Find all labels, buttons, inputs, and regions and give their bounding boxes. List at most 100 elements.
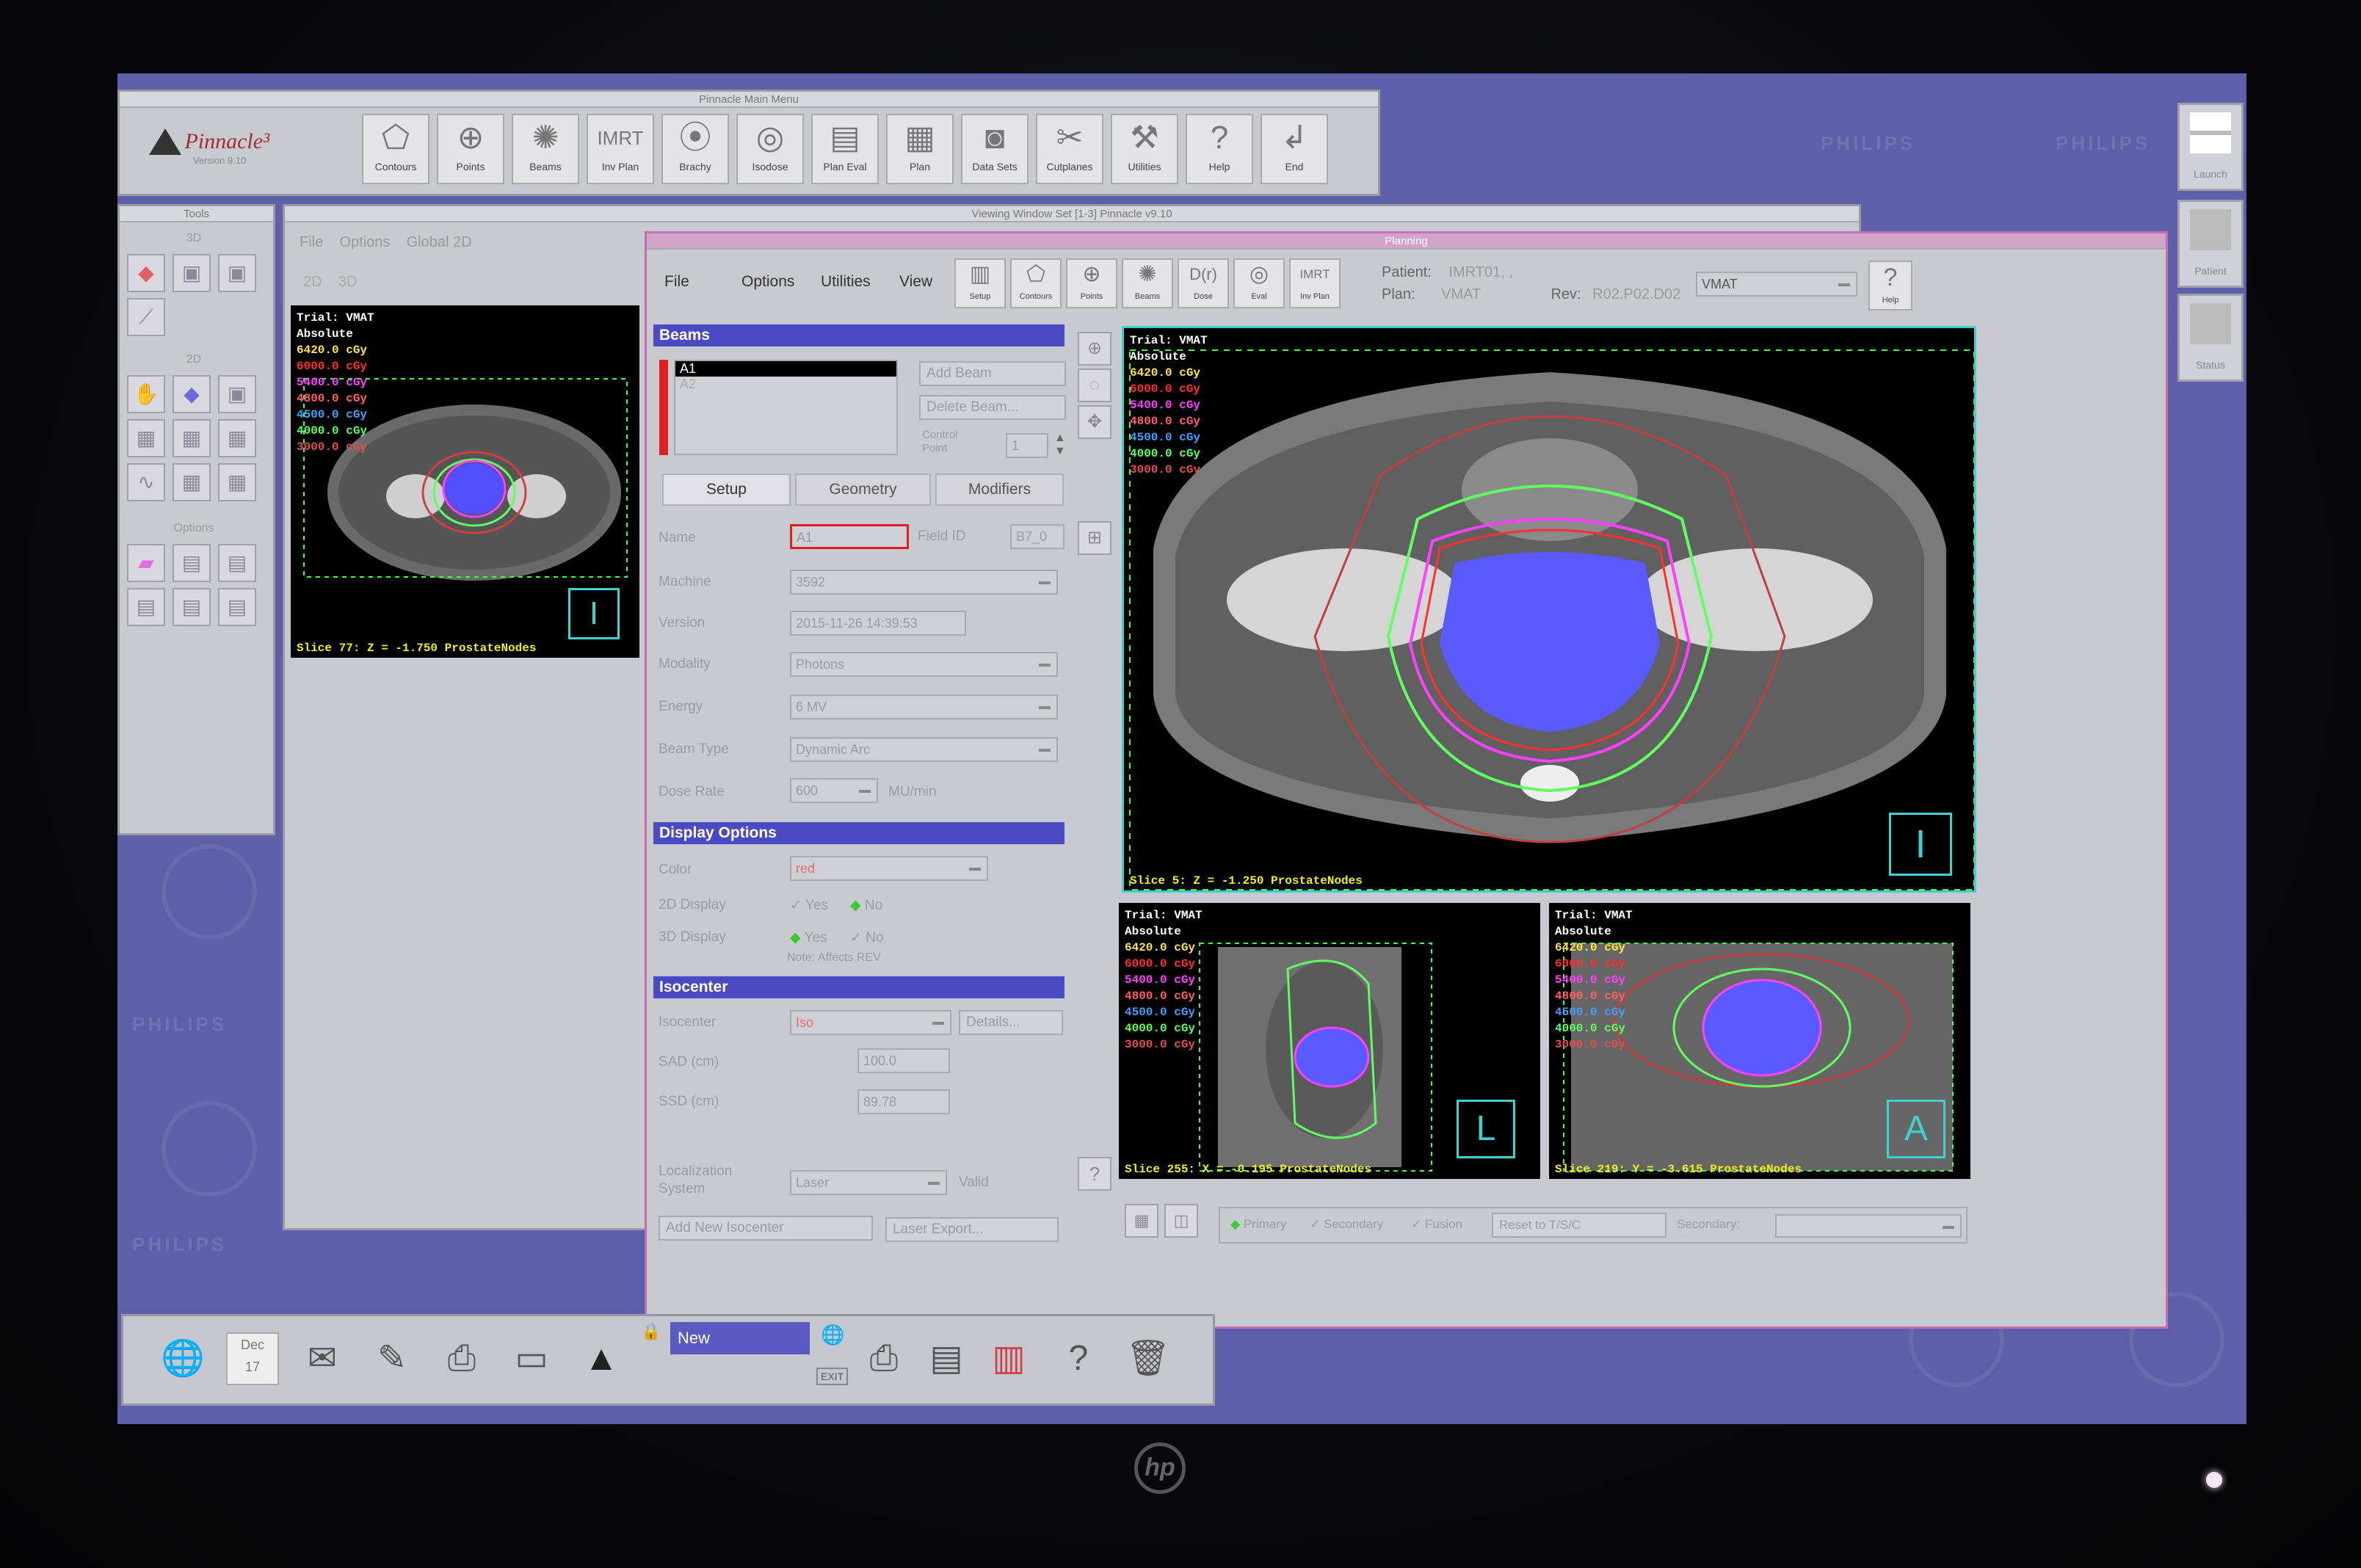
trial-select[interactable]: VMAT <box>1696 272 1857 297</box>
beam-type-select[interactable]: Dynamic Arc <box>790 737 1058 762</box>
planning-menu-view[interactable]: View <box>899 273 932 291</box>
modality-select[interactable]: Photons <box>790 652 1058 677</box>
exit-button[interactable]: EXIT <box>816 1368 849 1385</box>
display-2d-yes-radio[interactable]: ✓ Yes <box>790 897 828 914</box>
printer-icon[interactable]: ⎙ <box>857 1332 910 1385</box>
planning-menu-file[interactable]: File <box>664 273 689 291</box>
toolbar-setup-button[interactable]: ▥ Setup <box>954 258 1006 308</box>
window-manager-icon[interactable]: ▤ <box>920 1332 973 1385</box>
field-id-input[interactable]: B7_0 <box>1010 524 1065 549</box>
launch-button[interactable]: Launch <box>2177 103 2244 191</box>
redo-option-button[interactable]: ▤ <box>218 588 256 626</box>
pinnacle-triangle-icon[interactable]: ▲ <box>575 1332 628 1385</box>
help-button[interactable]: ? Help <box>1186 114 1253 184</box>
delete-beam-button[interactable]: Delete Beam... <box>919 395 1066 420</box>
tab-3d[interactable]: 3D <box>338 274 358 290</box>
mailbox-icon[interactable]: ✉ <box>296 1332 349 1385</box>
save-option-button[interactable]: ▤ <box>218 544 256 582</box>
cutplanes-button[interactable]: ✂ Cutplanes <box>1036 114 1103 184</box>
viewing-menu-file[interactable]: File <box>300 234 323 250</box>
edit-icon[interactable]: ✎ <box>366 1332 418 1385</box>
calendar-icon[interactable]: Dec 17 <box>226 1332 279 1385</box>
layout-button[interactable]: ▦ <box>1125 1204 1158 1238</box>
beam-list-item[interactable]: A2 <box>675 377 896 392</box>
reset-tsc-button[interactable]: Reset to T/S/C <box>1492 1213 1667 1238</box>
window-tool-button[interactable]: ▣ <box>218 375 256 413</box>
view-crosshair-button[interactable]: ⊕ <box>1078 332 1111 366</box>
planning-help-button[interactable]: ? Help <box>1868 261 1912 311</box>
view-rotate-button[interactable]: ◌ <box>1078 369 1111 402</box>
planning-menu-options[interactable]: Options <box>741 273 794 291</box>
add-beam-button[interactable]: Add Beam <box>919 361 1066 386</box>
planning-menu-utilities[interactable]: Utilities <box>821 273 871 291</box>
display-2d-no-radio[interactable]: ◆ No <box>850 897 882 914</box>
data-sets-button[interactable]: ◙ Data Sets <box>961 114 1029 184</box>
utilities-button[interactable]: ⚒ Utilities <box>1111 114 1178 184</box>
points-button[interactable]: ⊕ Points <box>437 114 504 184</box>
sagittal-ct-viewer[interactable]: Trial: VMAT Absolute 6420.0 cGy 6000.0 c… <box>1119 903 1540 1179</box>
display-3d-no-radio[interactable]: ✓ No <box>850 929 884 946</box>
isocenter-select[interactable]: Iso <box>790 1010 951 1035</box>
measure-tool-button[interactable]: ▦ <box>127 419 165 457</box>
swap-view-button[interactable]: ◫ <box>1164 1204 1198 1238</box>
secondary-select[interactable] <box>1775 1214 1962 1238</box>
primary-radio[interactable]: ◆ Primary <box>1230 1217 1286 1232</box>
small-ct-viewer[interactable]: Trial: VMAT Absolute 6420.0 cGy 6000.0 c… <box>291 305 639 658</box>
toolbar-beams-button[interactable]: ✺ Beams <box>1122 258 1173 308</box>
trash-icon[interactable]: 🗑 <box>1122 1332 1175 1385</box>
beam-list-item[interactable]: A1 <box>675 361 896 377</box>
copy-tool-button[interactable]: ▣ <box>218 254 256 292</box>
details-button[interactable]: Details... <box>959 1010 1063 1035</box>
machine-select[interactable]: 3592 <box>790 570 1058 595</box>
laser-export-button[interactable]: Laser Export... <box>885 1217 1059 1242</box>
contours-button[interactable]: ⬠ Contours <box>362 114 429 184</box>
terminal-icon[interactable]: ▭ <box>505 1332 558 1385</box>
pan-tool-button[interactable]: ✋ <box>127 375 165 413</box>
color-select[interactable]: red <box>790 856 988 881</box>
tab-2d[interactable]: 2D <box>303 274 322 290</box>
brachy-button[interactable]: ⦿ Brachy <box>661 114 729 184</box>
plan-button[interactable]: ▦ Plan <box>886 114 954 184</box>
status-button[interactable]: Status <box>2177 294 2244 382</box>
end-button[interactable]: ↲ End <box>1261 114 1328 184</box>
energy-select[interactable]: 6 MV <box>790 694 1058 719</box>
axis-tool-button[interactable]: ⟋ <box>127 298 165 336</box>
arrow-tool-button[interactable]: ◆ <box>127 254 165 292</box>
toolbar-inv-plan-button[interactable]: IMRT Inv Plan <box>1289 258 1341 308</box>
globe-icon[interactable]: 🌐 <box>156 1332 209 1385</box>
isodose-button[interactable]: ◎ Isodose <box>736 114 804 184</box>
tab-geometry[interactable]: Geometry <box>795 473 931 506</box>
lock-icon[interactable]: 🔒 <box>641 1322 661 1344</box>
toolbar-points-button[interactable]: ⊕ Points <box>1066 258 1117 308</box>
inv-plan-button[interactable]: IMRT Inv Plan <box>587 114 654 184</box>
fusion-radio[interactable]: ✓ Fusion <box>1411 1217 1462 1232</box>
beam-list[interactable]: A1 A2 <box>674 360 898 455</box>
coronal-ct-viewer[interactable]: Trial: VMAT Absolute 6420.0 cGy 6000.0 c… <box>1549 903 1970 1179</box>
roi-tool-button[interactable]: ▦ <box>173 419 211 457</box>
help-book-icon[interactable]: ? <box>1052 1332 1105 1385</box>
toolbar-contours-button[interactable]: ⬠ Contours <box>1010 258 1062 308</box>
view-tool-button[interactable]: ▣ <box>173 254 211 292</box>
axial-ct-viewer[interactable]: Trial: VMAT Absolute 6420.0 cGy 6000.0 c… <box>1122 326 1976 893</box>
add-new-isocenter-button[interactable]: Add New Isocenter <box>659 1216 873 1241</box>
dose-rate-select[interactable]: 600 <box>790 778 878 803</box>
toolbar-eval-button[interactable]: ◎ Eval <box>1233 258 1285 308</box>
graph-icon[interactable]: ▥ <box>982 1332 1035 1385</box>
control-point-stepper[interactable]: ▲ ▼ <box>1054 432 1066 458</box>
color-option-button[interactable]: ▰ <box>127 544 165 582</box>
new-workspace-button[interactable]: New <box>670 1322 810 1354</box>
display-3d-yes-radio[interactable]: ◆ Yes <box>790 929 827 946</box>
find-option-button[interactable]: ▤ <box>173 588 211 626</box>
profile-tool-button[interactable]: ▦ <box>218 419 256 457</box>
printer-icon[interactable]: ⎙ <box>435 1332 488 1385</box>
zoom-tool-button[interactable]: ◆ <box>173 375 211 413</box>
patient-button[interactable]: Patient <box>2177 200 2244 288</box>
view-grid-button[interactable]: ⊞ <box>1078 521 1111 555</box>
beam-name-input[interactable]: A1 <box>790 524 909 549</box>
plan-eval-button[interactable]: ▤ Plan Eval <box>811 114 879 184</box>
toolbar-dose-button[interactable]: D(r) Dose <box>1178 258 1229 308</box>
line-tool-button[interactable]: ∿ <box>127 463 165 501</box>
control-point-field[interactable]: 1 <box>1006 433 1048 458</box>
tab-modifiers[interactable]: Modifiers <box>935 473 1064 506</box>
beams-button[interactable]: ✺ Beams <box>512 114 579 184</box>
